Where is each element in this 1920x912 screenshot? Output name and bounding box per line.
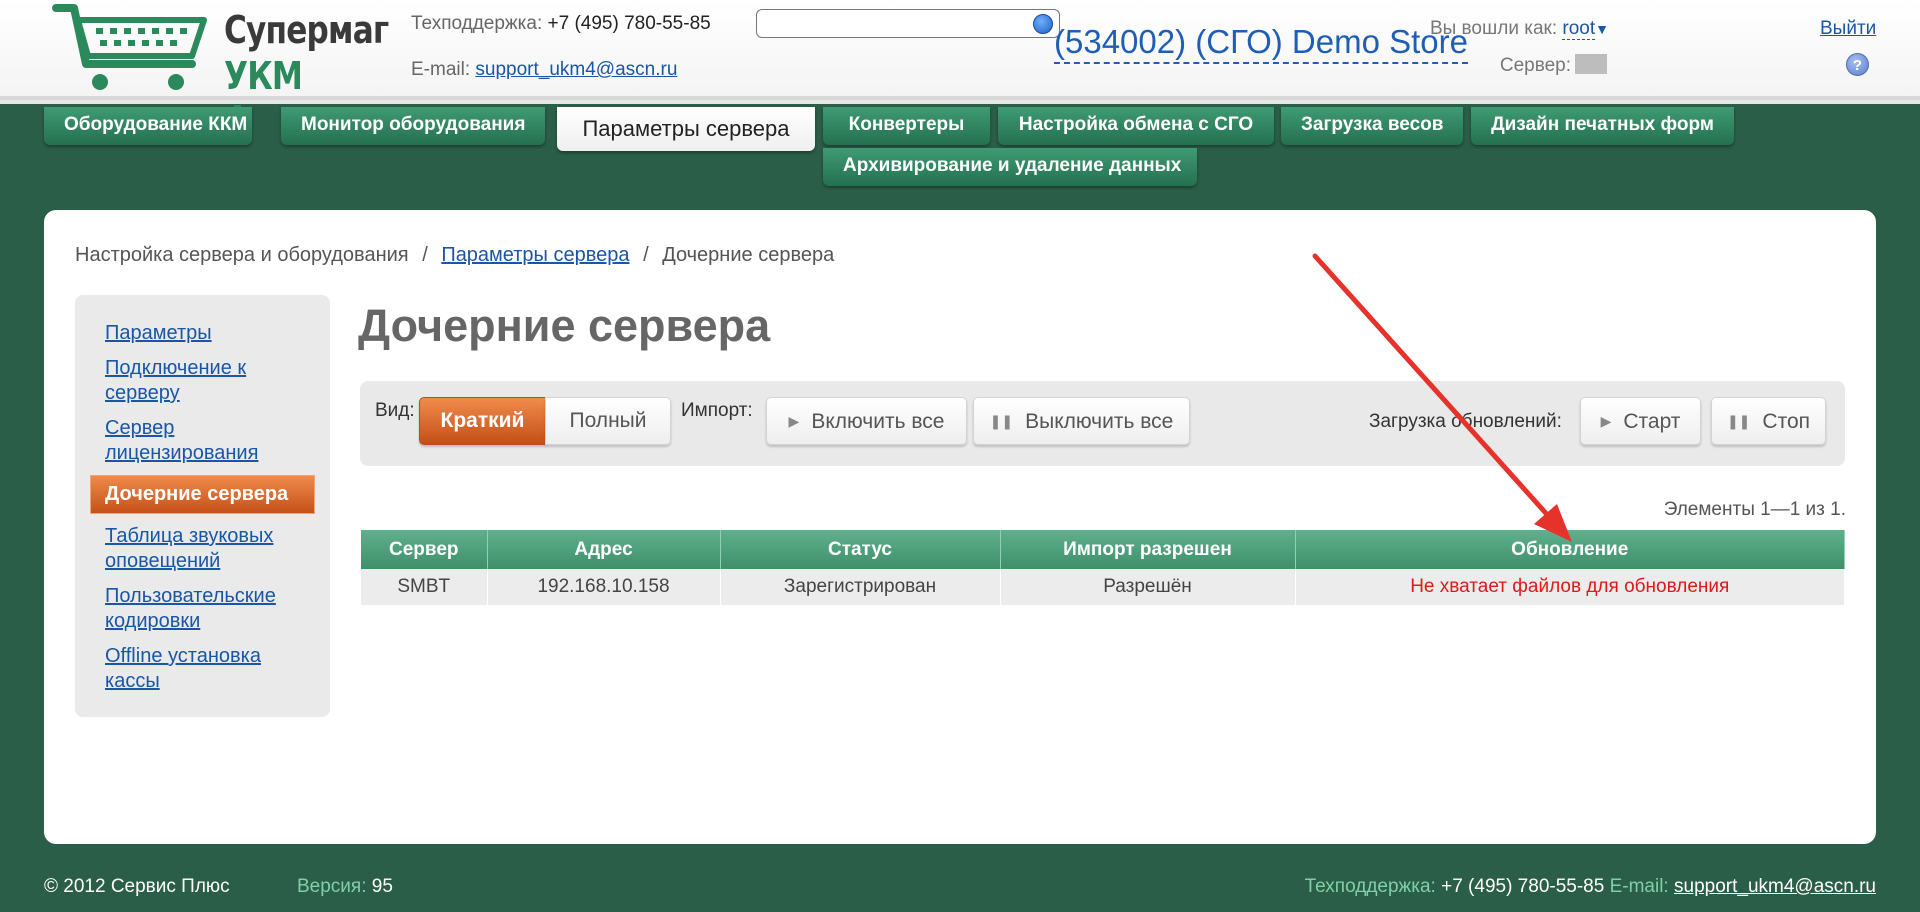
disable-all-button[interactable]: ❚❚ Выключить все xyxy=(973,397,1190,445)
logged-in-label: Вы вошли как: xyxy=(1429,18,1558,39)
table-row[interactable]: SMBT 192.168.10.158 Зарегистрирован Разр… xyxy=(361,569,1845,605)
help-icon[interactable]: ? xyxy=(1846,53,1869,76)
disable-all-label: Выключить все xyxy=(1025,410,1174,433)
footer-contacts: Техподдержка: +7 (495) 780-55-85 E-mail:… xyxy=(1305,876,1876,898)
cell-import-allowed: Разрешён xyxy=(1000,569,1296,605)
sidebar-item-license-server[interactable]: Сервер лицензирования xyxy=(105,416,315,466)
stop-button[interactable]: ❚❚ Стоп xyxy=(1711,397,1826,445)
sidebar-item-parameters[interactable]: Параметры xyxy=(105,321,315,346)
stop-label: Стоп xyxy=(1762,410,1811,433)
server-label: Сервер: xyxy=(1499,55,1571,76)
breadcrumb: Настройка сервера и оборудования / Парам… xyxy=(75,244,834,267)
enable-all-label: Включить все xyxy=(811,410,945,433)
import-label: Импорт: xyxy=(681,400,753,421)
column-header-status[interactable]: Статус xyxy=(720,530,1001,569)
cell-server: SMBT xyxy=(361,569,488,605)
sidebar-item-user-encodings[interactable]: Пользовательские кодировки xyxy=(105,584,315,634)
breadcrumb-item-server-setup: Настройка сервера и оборудования xyxy=(75,244,409,266)
enable-all-button[interactable]: ▶ Включить все xyxy=(766,397,967,445)
logo[interactable]: Супермаг УКМ 4 xyxy=(52,2,389,142)
table-header-row: Сервер Адрес Статус Импорт разрешен Обно… xyxy=(361,530,1845,569)
view-full-button[interactable]: Полный xyxy=(545,397,671,445)
header: Супермаг УКМ 4 Техподдержка: +7 (495) 78… xyxy=(0,0,1920,142)
sidebar-item-offline-install[interactable]: Offline установка кассы xyxy=(105,644,315,694)
server-info: Сервер: xyxy=(1500,54,1607,77)
breadcrumb-item-child-servers: Дочерние сервера xyxy=(662,244,835,266)
play-icon: ▶ xyxy=(788,413,800,429)
breadcrumb-separator: / xyxy=(643,244,649,266)
footer-version-value: 95 xyxy=(371,876,393,897)
pause-icon: ❚❚ xyxy=(989,413,1014,429)
store-name[interactable]: (534002) (СГО) Demo Store xyxy=(1054,22,1468,64)
search-icon[interactable] xyxy=(1033,14,1053,34)
header-support: Техподдержка: +7 (495) 780-55-85 xyxy=(411,13,711,35)
footer-version-label: Версия: xyxy=(297,876,367,897)
tab-sgo-exchange[interactable]: Настройка обмена с СГО xyxy=(998,107,1274,145)
sidebar-item-child-servers[interactable]: Дочерние сервера xyxy=(90,475,315,514)
header-support-label: Техподдержка: xyxy=(411,13,543,34)
user-dropdown[interactable]: root xyxy=(1562,18,1596,40)
child-servers-table: Сервер Адрес Статус Импорт разрешен Обно… xyxy=(361,530,1845,605)
logout-link[interactable]: Выйти xyxy=(1820,18,1876,40)
header-email: E-mail: support_ukm4@ascn.ru xyxy=(411,59,677,81)
breadcrumb-item-server-parameters[interactable]: Параметры сервера xyxy=(441,244,629,266)
cell-status: Зарегистрирован xyxy=(720,569,1001,605)
play-icon: ▶ xyxy=(1600,413,1612,429)
tab-server-parameters[interactable]: Параметры сервера xyxy=(557,107,815,151)
sidebar-item-sound-alerts[interactable]: Таблица звуковых оповещений xyxy=(105,524,315,574)
column-header-import-allowed[interactable]: Импорт разрешен xyxy=(1000,530,1296,569)
logo-text-supermag: Супермаг xyxy=(224,8,389,52)
header-email-link[interactable]: support_ukm4@ascn.ru xyxy=(475,59,677,80)
tab-archiving[interactable]: Архивирование и удаление данных xyxy=(823,148,1197,186)
view-label: Вид: xyxy=(375,400,415,421)
user-info: Вы вошли как: root▼ xyxy=(1430,18,1609,40)
header-email-label: E-mail: xyxy=(411,59,471,80)
chevron-down-icon[interactable]: ▼ xyxy=(1595,21,1609,37)
tab-print-forms-design[interactable]: Дизайн печатных форм xyxy=(1471,107,1734,145)
header-support-phone: +7 (495) 780-55-85 xyxy=(547,13,711,34)
footer-copyright: © 2012 Сервис Плюс xyxy=(44,876,230,897)
footer-support-label: Техподдержка: xyxy=(1304,876,1436,897)
start-label: Старт xyxy=(1623,410,1681,433)
footer-email-label: E-mail: xyxy=(1609,876,1669,897)
tab-equipment-monitor[interactable]: Монитор оборудования xyxy=(281,107,545,145)
column-header-server[interactable]: Сервер xyxy=(361,530,488,569)
search-input[interactable] xyxy=(756,9,1060,38)
items-count: Элементы 1—1 из 1. xyxy=(1663,499,1846,520)
view-short-button[interactable]: Краткий xyxy=(419,397,546,445)
cell-update-status: Не хватает файлов для обновления xyxy=(1295,569,1845,605)
column-header-address[interactable]: Адрес xyxy=(487,530,721,569)
server-value-redacted xyxy=(1575,54,1607,74)
page-title: Дочерние сервера xyxy=(358,300,771,351)
cart-icon xyxy=(52,4,207,90)
start-button[interactable]: ▶ Старт xyxy=(1580,397,1701,445)
pause-icon: ❚❚ xyxy=(1726,413,1751,429)
tab-converters[interactable]: Конвертеры xyxy=(823,107,990,145)
tab-scales-loading[interactable]: Загрузка весов xyxy=(1281,107,1463,145)
column-header-update[interactable]: Обновление xyxy=(1295,530,1845,569)
footer-version: Версия: 95 xyxy=(297,876,393,898)
cell-address: 192.168.10.158 xyxy=(487,569,721,605)
breadcrumb-separator: / xyxy=(422,244,428,266)
footer-email-link[interactable]: support_ukm4@ascn.ru xyxy=(1674,876,1876,897)
sidebar-item-server-connection[interactable]: Подключение к серверу xyxy=(105,356,315,406)
tab-kkm-equipment[interactable]: Оборудование ККМ xyxy=(44,107,252,145)
updates-label: Загрузка обновлений: xyxy=(1369,411,1562,432)
footer-support-phone: +7 (495) 780-55-85 xyxy=(1441,876,1605,897)
